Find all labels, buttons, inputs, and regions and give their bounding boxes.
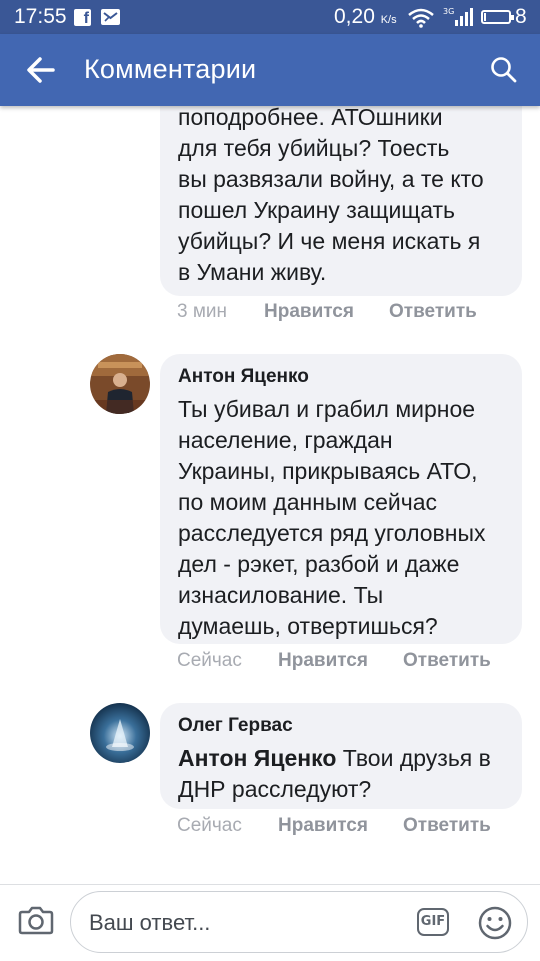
- reply-button[interactable]: Ответить: [403, 815, 491, 837]
- avatar[interactable]: [90, 354, 150, 414]
- smiley-icon[interactable]: [477, 905, 513, 946]
- status-bar: 17:55 f 0,20 K/s 3G 8: [0, 0, 540, 34]
- battery-percent: 8: [515, 5, 527, 28]
- like-button[interactable]: Нравится: [278, 650, 368, 672]
- search-icon[interactable]: [490, 56, 518, 84]
- message-notification-icon: [101, 9, 120, 25]
- comment-time: 3 мин: [177, 301, 228, 322]
- reply-composer: GIF: [0, 884, 540, 961]
- like-button[interactable]: Нравится: [264, 301, 354, 323]
- camera-icon[interactable]: [18, 905, 54, 940]
- reply-field-container: GIF: [70, 891, 528, 953]
- mention-link[interactable]: Антон Яценко: [178, 745, 336, 771]
- comment-text: поподробнее. АТОшники для тебя убийцы? Т…: [178, 106, 484, 285]
- comment-text: Антон Яценко Твои друзья в ДНР расследую…: [178, 745, 491, 802]
- battery-level: [484, 13, 486, 21]
- status-time: 17:55: [14, 5, 67, 28]
- comment-bubble: Олег Гервас Антон Яценко Твои друзья в Д…: [160, 703, 522, 809]
- signal-label: 3G: [443, 7, 454, 16]
- reply-button[interactable]: Ответить: [403, 650, 491, 672]
- gif-button[interactable]: GIF: [417, 908, 449, 936]
- wifi-icon: [407, 8, 435, 33]
- comment-bubble: поподробнее. АТОшники для тебя убийцы? Т…: [160, 106, 522, 296]
- arrow-left-icon[interactable]: [26, 56, 56, 84]
- battery-icon: [481, 10, 514, 24]
- app-bar: Комментарии: [0, 34, 540, 106]
- page-title: Комментарии: [84, 54, 257, 84]
- comment-author[interactable]: Антон Яценко: [178, 366, 504, 388]
- comment-time: Сейчас: [177, 650, 242, 671]
- avatar[interactable]: [90, 703, 150, 763]
- network-speed: 0,20 K/s: [334, 5, 397, 28]
- comment-text: Ты убивал и грабил мирное население, гра…: [178, 396, 486, 639]
- cell-signal-icon: 3G: [443, 6, 473, 33]
- comment-author[interactable]: Олег Гервас: [178, 715, 504, 737]
- like-button[interactable]: Нравится: [278, 815, 368, 837]
- comment-time: Сейчас: [177, 815, 242, 836]
- reply-input[interactable]: [87, 906, 391, 940]
- comment-bubble: Антон Яценко Ты убивал и грабил мирное н…: [160, 354, 522, 644]
- reply-button[interactable]: Ответить: [389, 301, 477, 323]
- comments-list: поподробнее. АТОшники для тебя убийцы? Т…: [0, 106, 540, 884]
- facebook-notification-icon: f: [74, 9, 91, 27]
